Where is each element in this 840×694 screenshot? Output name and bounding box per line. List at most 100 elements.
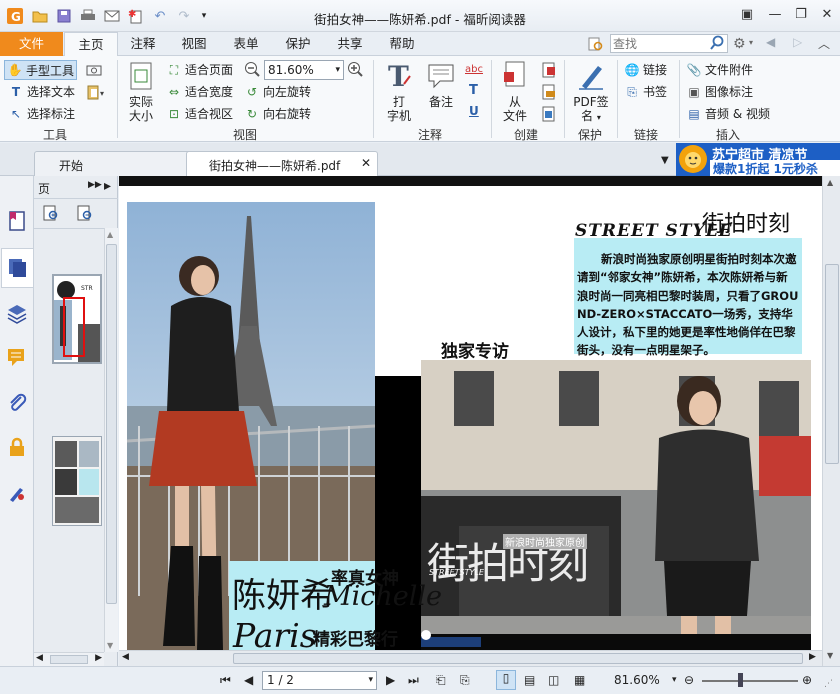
note-button[interactable]: 备注 — [424, 60, 458, 109]
link-button[interactable]: 🌐 链接 — [624, 61, 668, 78]
hscroll-thumb[interactable] — [233, 653, 803, 664]
zoom-out-icon[interactable] — [244, 61, 260, 80]
vscroll-thumb[interactable] — [825, 264, 839, 464]
thumbnail-scrollbar[interactable]: ▲ ▼ — [104, 228, 118, 652]
scroll-left-icon[interactable]: ◀ — [122, 652, 129, 662]
single-page-view-button[interactable]: ▯ — [496, 670, 516, 690]
hand-tool-button[interactable]: ✋ 手型工具 — [4, 60, 78, 80]
signature-panel-icon[interactable] — [6, 482, 28, 504]
underline-text-icon[interactable]: U — [469, 104, 479, 118]
typewriter-button[interactable]: T 打 字机 — [382, 60, 416, 123]
zoom-level-dropdown-icon[interactable]: ▾ — [672, 675, 677, 685]
scroll-up-icon[interactable]: ▲ — [107, 230, 113, 239]
create-from-clipboard-icon[interactable] — [541, 106, 557, 125]
continuous-view-icon[interactable]: ▤ — [524, 673, 535, 687]
zoom-level[interactable]: 81.60% — [614, 673, 660, 687]
next-page-icon[interactable]: ▶ — [386, 673, 395, 687]
tab-share[interactable]: 共享 — [331, 32, 369, 56]
panel-options-icon[interactable]: ▸ — [104, 178, 111, 194]
vertical-scrollbar[interactable]: ▲ ▼ — [822, 176, 840, 666]
page-thumbnail-1[interactable]: STR — [52, 274, 102, 364]
zoom-slider-handle[interactable] — [738, 673, 743, 687]
scroll-right-icon[interactable]: ▶ — [95, 653, 102, 663]
bookmarks-panel-icon[interactable] — [6, 210, 28, 232]
clipboard-icon[interactable]: ▾ — [86, 84, 108, 103]
zoom-slider-track[interactable] — [702, 680, 798, 682]
rotate-left-button[interactable]: ↺ 向左旋转 — [244, 83, 311, 100]
scroll-down-icon[interactable]: ▼ — [107, 641, 113, 650]
zoom-out-button[interactable]: ⊖ — [684, 673, 694, 687]
from-file-button[interactable]: 从 文件 — [498, 60, 532, 123]
ad-banner[interactable]: 苏宁超市 清凉节 爆款1折起 1元秒杀 — [676, 143, 840, 176]
highlight-text-icon[interactable]: abc — [465, 64, 483, 75]
page-thumbnail-2[interactable] — [52, 436, 102, 526]
close-button[interactable]: ✕ — [818, 6, 836, 24]
scroll-thumb[interactable] — [106, 244, 117, 604]
tab-view[interactable]: 视图 — [175, 32, 213, 56]
previous-page-icon[interactable]: ◀ — [244, 673, 253, 687]
tab-list-dropdown-icon[interactable]: ▼ — [661, 155, 669, 166]
fit-width-button[interactable]: ⇔ 适合宽度 — [166, 83, 233, 100]
tab-protect[interactable]: 保护 — [279, 32, 317, 56]
shrink-thumbnail-icon[interactable] — [76, 204, 94, 225]
document-view[interactable]: STREET STYLE 街拍时刻 新浪时尚独家原创明星街拍时刻本次邀请到“邻家… — [119, 176, 822, 650]
zoom-in-icon[interactable] — [347, 61, 363, 80]
continuous-facing-view-icon[interactable]: ▦ — [574, 673, 585, 687]
panel-collapse-icon[interactable]: ▶▶ — [88, 180, 102, 190]
collapse-ribbon-icon[interactable]: ︿ — [818, 35, 830, 52]
tab-form[interactable]: 表单 — [227, 32, 265, 56]
scroll-left-icon[interactable]: ◀ — [36, 653, 43, 663]
file-attachment-button[interactable]: 📎 文件附件 — [686, 61, 754, 78]
fit-page-button[interactable]: ⛶ 适合页面 — [166, 61, 233, 78]
select-text-button[interactable]: T 选择文本 — [8, 83, 75, 100]
horizontal-scrollbar[interactable]: ◀ ▶ — [119, 650, 822, 666]
strikeout-text-icon[interactable]: T — [469, 83, 478, 98]
tab-document[interactable]: 街拍女神——陈妍希.pdf ✕ — [186, 151, 378, 177]
pdf-sign-button[interactable]: PDF签 名 ▾ — [569, 60, 613, 125]
layers-panel-icon[interactable] — [6, 302, 28, 324]
restore-button[interactable]: ❐ — [792, 6, 810, 24]
create-from-scanner-icon[interactable] — [541, 84, 557, 103]
previous-view-icon[interactable]: ⎗ — [436, 673, 446, 688]
tab-home[interactable]: 主页 — [64, 32, 118, 57]
search-icon[interactable] — [709, 35, 725, 54]
tab-help[interactable]: 帮助 — [383, 32, 421, 56]
ribbon-options-icon[interactable]: ▣ — [738, 6, 756, 24]
settings-dropdown-icon[interactable]: ▾ — [749, 38, 753, 47]
close-tab-icon[interactable]: ✕ — [361, 156, 371, 170]
hscroll-thumb[interactable] — [50, 655, 88, 664]
search-doc-icon[interactable] — [588, 36, 604, 55]
attachments-panel-icon[interactable] — [6, 392, 28, 414]
fit-visible-button[interactable]: ⊡ 适合视区 — [166, 105, 233, 122]
tab-start[interactable]: 开始 — [34, 151, 194, 176]
first-page-icon[interactable]: ⏮ — [220, 673, 231, 688]
pages-panel-tab[interactable] — [1, 248, 33, 288]
rotate-right-button[interactable]: ↻ 向右旋转 — [244, 105, 311, 122]
prev-result-icon[interactable]: ◀ — [766, 35, 775, 49]
snapshot-icon[interactable] — [86, 63, 102, 79]
security-lock-icon[interactable] — [6, 436, 28, 458]
next-view-icon[interactable]: ⎘ — [460, 673, 470, 688]
comments-panel-icon[interactable] — [6, 346, 28, 368]
scroll-down-icon[interactable]: ▼ — [827, 651, 833, 660]
scroll-up-icon[interactable]: ▲ — [827, 178, 833, 187]
next-result-icon[interactable]: ▷ — [793, 35, 802, 49]
image-annotation-button[interactable]: ▣ 图像标注 — [686, 83, 753, 100]
tab-comment[interactable]: 注释 — [124, 32, 162, 56]
create-blank-icon[interactable] — [541, 62, 557, 81]
page-number-select[interactable]: 1 / 2 ▾ — [262, 671, 377, 690]
last-page-icon[interactable]: ⏭ — [408, 673, 419, 688]
settings-gear-icon[interactable]: ⚙ — [733, 36, 746, 52]
actual-size-button[interactable]: 实际 大小 — [124, 62, 158, 123]
zoom-select[interactable]: 81.60% ▾ — [264, 60, 344, 80]
zoom-in-button[interactable]: ⊕ — [802, 673, 812, 687]
tab-file[interactable]: 文件 — [0, 32, 63, 56]
scroll-right-icon[interactable]: ▶ — [809, 652, 816, 662]
thumbnail-hscroll[interactable]: ◀ ▶ — [34, 652, 104, 666]
bookmark-button[interactable]: ⎘ 书签 — [624, 83, 667, 100]
facing-view-icon[interactable]: ◫ — [548, 673, 559, 687]
select-annotation-button[interactable]: ↖ 选择标注 — [8, 105, 75, 122]
minimize-button[interactable]: — — [766, 6, 784, 24]
enlarge-thumbnail-icon[interactable] — [42, 204, 60, 225]
audio-video-button[interactable]: ▤ 音频 & 视频 — [686, 105, 770, 122]
